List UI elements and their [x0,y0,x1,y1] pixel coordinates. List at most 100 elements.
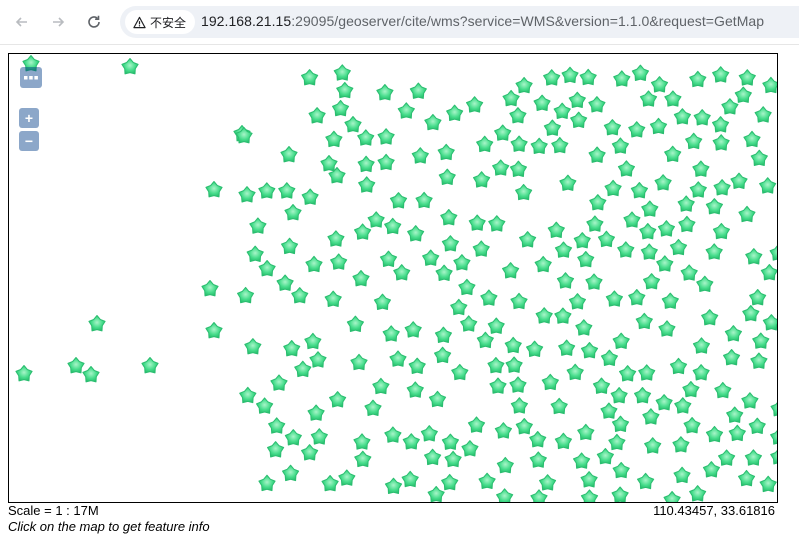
star-marker-icon[interactable] [267,441,285,458]
zoom-in-button[interactable]: + [19,108,39,128]
star-marker-icon[interactable] [441,235,459,252]
star-marker-icon[interactable] [623,211,641,228]
star-marker-icon[interactable] [750,352,768,369]
star-marker-icon[interactable] [692,160,710,177]
reload-button[interactable] [80,8,108,36]
star-marker-icon[interactable] [249,217,267,234]
star-marker-icon[interactable] [674,397,692,414]
star-marker-icon[interactable] [539,474,557,491]
star-marker-icon[interactable] [270,374,288,391]
star-marker-icon[interactable] [586,215,604,232]
star-marker-icon[interactable] [510,135,528,152]
star-marker-icon[interactable] [502,89,520,107]
star-marker-icon[interactable] [559,174,577,191]
star-marker-icon[interactable] [712,222,730,240]
star-marker-icon[interactable] [705,198,723,215]
star-marker-icon[interactable] [588,96,606,113]
star-marker-icon[interactable] [438,168,456,185]
star-marker-icon[interactable] [346,315,364,332]
star-marker-icon[interactable] [307,404,325,421]
star-marker-icon[interactable] [389,350,407,367]
star-marker-icon[interactable] [384,217,402,235]
star-marker-icon[interactable] [579,68,597,86]
star-marker-icon[interactable] [554,432,572,450]
star-marker-icon[interactable] [752,332,770,349]
star-marker-icon[interactable] [643,273,661,290]
star-marker-icon[interactable] [762,314,777,331]
star-marker-icon[interactable] [683,417,701,434]
star-marker-icon[interactable] [258,260,276,277]
star-marker-icon[interactable] [730,172,748,189]
star-marker-icon[interactable] [718,449,736,466]
star-marker-icon[interactable] [324,290,342,307]
star-marker-icon[interactable] [453,254,471,271]
star-marker-icon[interactable] [603,119,621,136]
star-marker-icon[interactable] [734,86,752,103]
star-marker-icon[interactable] [427,485,445,502]
star-marker-icon[interactable] [408,357,426,374]
star-marker-icon[interactable] [281,237,299,255]
star-marker-icon[interactable] [669,357,688,375]
star-marker-icon[interactable] [141,357,159,374]
star-marker-icon[interactable] [738,205,756,223]
star-marker-icon[interactable] [701,309,719,326]
star-marker-icon[interactable] [291,287,309,304]
star-marker-icon[interactable] [600,402,618,419]
star-marker-icon[interactable] [678,215,696,233]
star-marker-icon[interactable] [692,364,710,381]
star-marker-icon[interactable] [88,315,106,332]
star-marker-icon[interactable] [597,230,615,248]
star-marker-icon[interactable] [628,289,646,306]
star-marker-icon[interactable] [238,186,256,203]
star-marker-icon[interactable] [640,243,658,260]
star-marker-icon[interactable] [373,293,391,310]
star-marker-icon[interactable] [530,137,548,154]
star-marker-icon[interactable] [738,469,756,487]
star-marker-icon[interactable] [310,428,328,445]
star-marker-icon[interactable] [350,353,368,371]
star-marker-icon[interactable] [685,132,703,150]
star-marker-icon[interactable] [515,183,533,201]
star-marker-icon[interactable] [504,336,522,354]
star-marker-icon[interactable] [435,264,453,281]
star-marker-icon[interactable] [534,255,552,273]
star-marker-icon[interactable] [705,425,724,443]
star-marker-icon[interactable] [641,200,659,217]
star-marker-icon[interactable] [644,437,662,454]
star-marker-icon[interactable] [478,472,496,489]
star-marker-icon[interactable] [415,191,433,209]
star-marker-icon[interactable] [389,192,408,209]
star-marker-icon[interactable] [344,116,362,133]
star-marker-icon[interactable] [596,448,614,465]
star-marker-icon[interactable] [577,423,595,441]
star-marker-icon[interactable] [384,426,402,443]
star-marker-icon[interactable] [67,357,85,374]
star-marker-icon[interactable] [404,321,422,338]
star-marker-icon[interactable] [437,143,455,161]
star-marker-icon[interactable] [612,461,630,479]
star-marker-icon[interactable] [420,425,438,442]
security-chip[interactable]: 不安全 [125,10,196,34]
star-marker-icon[interactable] [689,181,707,198]
star-marker-icon[interactable] [411,147,429,164]
star-marker-icon[interactable] [458,278,476,296]
star-marker-icon[interactable] [568,293,586,310]
star-marker-icon[interactable] [585,273,603,290]
star-marker-icon[interactable] [330,253,348,270]
star-marker-icon[interactable] [550,397,568,415]
star-marker-icon[interactable] [611,486,629,502]
star-marker-icon[interactable] [535,307,553,324]
star-marker-icon[interactable] [476,331,494,349]
star-marker-icon[interactable] [320,155,338,172]
star-marker-icon[interactable] [661,292,679,309]
star-marker-icon[interactable] [721,98,739,115]
star-marker-icon[interactable] [551,136,569,154]
star-marker-icon[interactable] [246,245,264,262]
star-marker-icon[interactable] [639,90,658,107]
star-marker-icon[interactable] [510,292,528,310]
star-marker-icon[interactable] [258,182,276,199]
star-marker-icon[interactable] [630,182,648,199]
star-marker-icon[interactable] [608,433,626,451]
star-marker-icon[interactable] [489,377,507,394]
star-marker-icon[interactable] [384,477,403,494]
